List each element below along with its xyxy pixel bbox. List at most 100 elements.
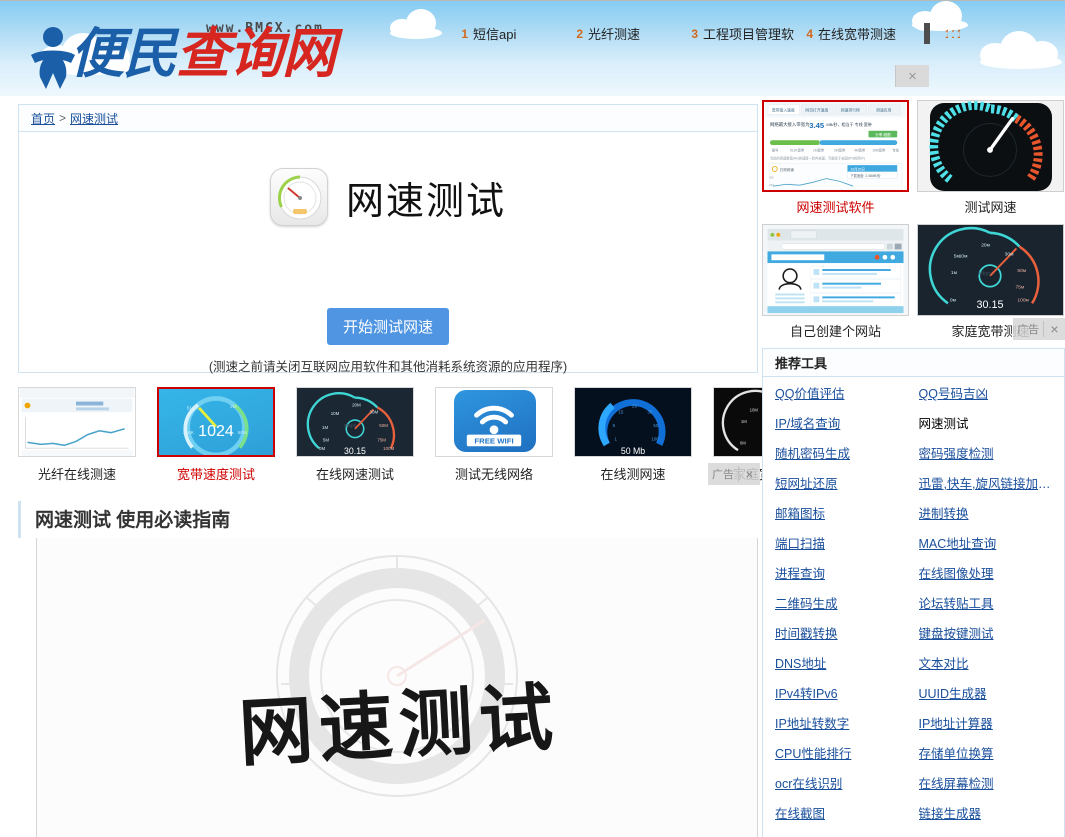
- tool-link-4[interactable]: 随机密码生成: [775, 443, 909, 462]
- svg-text:100M: 100M: [383, 446, 394, 451]
- ad-row: 宽带接入速度 网页打开速度 网速排行榜 测速应用 网络最大接入带宽为 3.45 …: [762, 100, 1065, 216]
- tool-link-18[interactable]: DNS地址: [775, 653, 909, 672]
- svg-text:100м: 100м: [1017, 297, 1029, 303]
- nav-item-2[interactable]: 2光纤测速: [567, 23, 682, 44]
- tool-link-11[interactable]: MAC地址查询: [919, 533, 1053, 552]
- site-logo[interactable]: www.BMCX.com 便民查询网: [18, 15, 368, 93]
- nav-item-number: 2: [570, 27, 583, 41]
- svg-text:512K: 512K: [187, 406, 199, 411]
- tool-link-24[interactable]: CPU性能排行: [775, 743, 909, 762]
- tool-link-0[interactable]: QQ价值评估: [775, 383, 909, 402]
- svg-text:30.15: 30.15: [977, 299, 1004, 311]
- tool-link-13[interactable]: 在线图像处理: [919, 563, 1053, 582]
- thumbnail-item[interactable]: 1024 512K 2M 256K 50M 宽带速度测试: [157, 387, 275, 483]
- tool-link-27[interactable]: 在线屏幕检测: [919, 773, 1053, 792]
- svg-text:50M: 50M: [379, 423, 388, 428]
- tool-link-5[interactable]: 密码强度检测: [919, 443, 1053, 462]
- tool-link-7[interactable]: 迅雷,快车,旋风链接加密...: [919, 473, 1053, 492]
- ad-image-teal-orange-gauge: [917, 100, 1064, 192]
- svg-text:0M: 0M: [740, 440, 746, 445]
- tools-links-grid: QQ价值评估QQ号码吉凶IP/域名查询网速测试随机密码生成密码强度检测短网址还原…: [763, 377, 1064, 837]
- tool-link-25[interactable]: 存储单位换算: [919, 743, 1053, 762]
- svg-text:日测网速: 日测网速: [780, 167, 795, 172]
- tool-link-6[interactable]: 短网址还原: [775, 473, 909, 492]
- thumbnail-image-free-wifi: FREE WIFI: [435, 387, 553, 457]
- ad-item[interactable]: 测试网速: [917, 100, 1064, 216]
- thumbnail-caption: 光纤在线测速: [18, 464, 136, 483]
- tool-link-10[interactable]: 端口扫描: [775, 533, 909, 552]
- svg-text:50 Mb: 50 Mb: [621, 446, 645, 456]
- nav-item-number: 12: [957, 27, 960, 41]
- ad-item[interactable]: 自己创建个网站: [762, 224, 909, 340]
- thumbnail-item[interactable]: 15 25 30 5 50 1 100 50 Mb 在线测网速: [574, 387, 692, 483]
- logo-text-primary: 便民: [70, 21, 176, 85]
- tool-link-14[interactable]: 二维码生成: [775, 593, 909, 612]
- svg-text:4M宽带: 4M宽带: [854, 148, 866, 153]
- svg-text:Mbps: Mbps: [344, 423, 356, 429]
- ad-close-icon[interactable]: ×: [738, 466, 760, 482]
- svg-text:0M: 0M: [319, 446, 325, 451]
- watermark-text: 网速测试: [236, 658, 561, 782]
- top-navigation[interactable]: 1短信api2光纤测速3工程项目管理软4在线宽带测速5在线网络测速6营养师报考条…: [452, 23, 912, 87]
- recommended-tools-panel: 推荐工具 QQ价值评估QQ号码吉凶IP/域名查询网速测试随机密码生成密码强度检测…: [762, 348, 1065, 837]
- thumbnail-item[interactable]: FREE WIFI 测试无线网络: [435, 387, 553, 483]
- tool-link-9[interactable]: 进制转换: [919, 503, 1053, 522]
- tool-link-15[interactable]: 论坛转贴工具: [919, 593, 1053, 612]
- tool-link-16[interactable]: 时间戳转换: [775, 623, 909, 642]
- tool-link-17[interactable]: 键盘按键测试: [919, 623, 1053, 642]
- tool-link-28[interactable]: 在线截图: [775, 803, 909, 822]
- tool-link-21[interactable]: UUID生成器: [919, 683, 1053, 702]
- thumbnail-image-line-chart: [18, 387, 136, 457]
- tool-link-22[interactable]: IP地址转数字: [775, 713, 909, 732]
- svg-text:50: 50: [653, 423, 658, 428]
- guide-content-box: 网速测试: [36, 538, 758, 837]
- thumbnail-item[interactable]: 光纤在线测速: [18, 387, 136, 483]
- thumbnail-item[interactable]: 10M 20M 30M 50M 75M 100M 1M 5M 0M Mbps 3…: [296, 387, 414, 483]
- tool-link-19[interactable]: 文本对比: [919, 653, 1053, 672]
- ad-item[interactable]: 宽带接入速度 网页打开速度 网速排行榜 测速应用 网络最大接入带宽为 3.45 …: [762, 100, 909, 216]
- svg-text:100: 100: [651, 436, 659, 441]
- nav-item-12[interactable]: 12在线网页制作: [954, 23, 960, 44]
- nav-item-label: 短信api: [473, 24, 516, 43]
- thumbnail-image-blue-dial-1024: 1024 512K 2M 256K 50M: [157, 387, 275, 457]
- svg-text:测速应用: 测速应用: [876, 108, 891, 113]
- tool-link-20[interactable]: IPv4转IPv6: [775, 683, 909, 702]
- ad-block: 宽带接入速度 网页打开速度 网速排行榜 测速应用 网络最大接入带宽为 3.45 …: [762, 100, 1065, 340]
- svg-text:30.15: 30.15: [344, 446, 366, 456]
- svg-text:10M宽带: 10M宽带: [872, 148, 886, 153]
- svg-text:Mbps: Mbps: [978, 271, 991, 277]
- nav-item-4[interactable]: 4在线宽带测速: [797, 23, 912, 44]
- svg-text:2M宽带: 2M宽带: [834, 148, 846, 153]
- breadcrumb-home[interactable]: 首页: [31, 110, 55, 127]
- nav-item-1[interactable]: 1短信api: [452, 23, 567, 44]
- page-title: 网速测试: [346, 170, 506, 225]
- tool-link-1[interactable]: QQ号码吉凶: [919, 383, 1053, 402]
- tool-link-23[interactable]: IP地址计算器: [919, 713, 1053, 732]
- svg-text:5м: 5м: [954, 253, 961, 259]
- thumbnail-caption: 测试无线网络: [435, 464, 553, 483]
- tool-link-30[interactable]: 屏幕录制: [775, 833, 909, 837]
- ad-label: 广告: [708, 466, 738, 482]
- thumbnail-ad-badge[interactable]: 广告×: [708, 463, 760, 485]
- tool-link-26[interactable]: ocr在线识别: [775, 773, 909, 792]
- svg-text:10M: 10M: [750, 407, 759, 412]
- ad-close-icon[interactable]: ×: [1043, 321, 1065, 337]
- tool-link-8[interactable]: 邮箱图标: [775, 503, 909, 522]
- ad-caption: 自己创建个网站: [762, 321, 909, 340]
- svg-text:1024: 1024: [198, 422, 234, 440]
- tool-link-29[interactable]: 链接生成器: [919, 803, 1053, 822]
- page-title-row: 网速测试: [19, 132, 757, 226]
- nav-item-3[interactable]: 3工程项目管理软: [682, 23, 797, 44]
- nav-close-icon[interactable]: ×: [895, 65, 929, 87]
- tool-link-2[interactable]: IP/域名查询: [775, 413, 909, 432]
- svg-text:拨号: 拨号: [772, 148, 779, 153]
- breadcrumb-current[interactable]: 网速测试: [70, 110, 118, 127]
- svg-text:专线: 专线: [892, 148, 899, 153]
- tool-link-12[interactable]: 进程查询: [775, 563, 909, 582]
- svg-text:1M宽带: 1M宽带: [813, 148, 825, 153]
- ad-image-speedtest-app-screenshot: 宽带接入速度 网页打开速度 网速排行榜 测速应用 网络最大接入带宽为 3.45 …: [762, 100, 909, 192]
- start-speedtest-button[interactable]: 开始测试网速: [327, 308, 449, 345]
- svg-text:当前的网速数值(4K)的速度一秒内全国，可能优于全国90%的: 当前的网速数值(4K)的速度一秒内全国，可能优于全国90%的用户): [770, 155, 865, 160]
- sidebar-ad-badge[interactable]: 广告×: [1013, 318, 1065, 340]
- svg-text:MB/秒，相当于 专线 宽带: MB/秒，相当于 专线 宽带: [826, 121, 871, 127]
